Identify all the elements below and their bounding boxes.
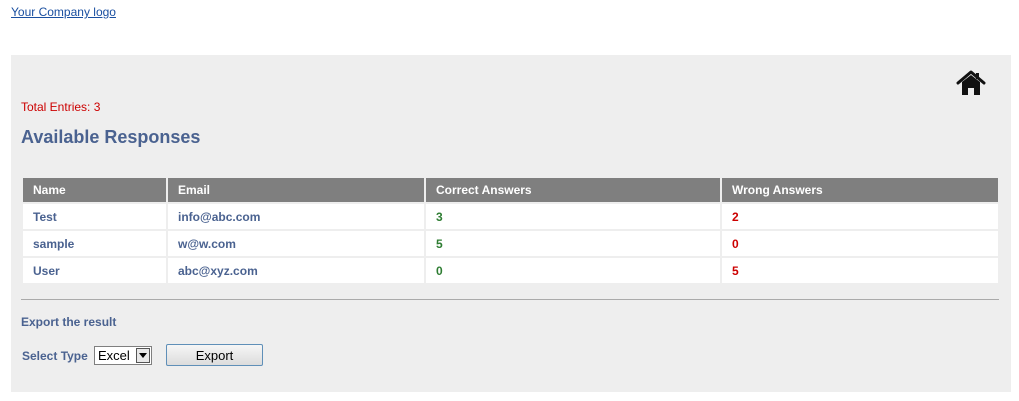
cell-email: info@abc.com [168, 204, 424, 229]
total-entries-text: Total Entries: 3 [21, 100, 101, 114]
cell-correct-answers: 5 [426, 231, 720, 256]
export-section-title: Export the result [21, 315, 117, 329]
cell-name: sample [23, 231, 166, 256]
cell-email: w@w.com [168, 231, 424, 256]
cell-email: abc@xyz.com [168, 258, 424, 283]
table-row: Test info@abc.com 3 2 [23, 204, 998, 229]
cell-correct-answers: 0 [426, 258, 720, 283]
table-row: sample w@w.com 5 0 [23, 231, 998, 256]
cell-correct-answers: 3 [426, 204, 720, 229]
export-type-value: Excel [98, 348, 130, 363]
column-header-name: Name [23, 178, 166, 202]
page-title: Available Responses [21, 127, 201, 147]
column-header-wrong: Wrong Answers [722, 178, 998, 202]
home-icon[interactable] [955, 69, 987, 97]
cell-name: User [23, 258, 166, 283]
responses-panel: Total Entries: 3 Available Responses Nam… [11, 55, 1011, 392]
cell-name: Test [23, 204, 166, 229]
table-row: User abc@xyz.com 0 5 [23, 258, 998, 283]
table-header-row: Name Email Correct Answers Wrong Answers [23, 178, 998, 202]
select-type-label: Select Type [22, 349, 88, 363]
column-header-email: Email [168, 178, 424, 202]
section-divider [21, 299, 999, 300]
triangle-down-icon[interactable] [136, 348, 150, 363]
export-button[interactable]: Export [166, 344, 263, 366]
export-type-select[interactable]: Excel [94, 346, 152, 365]
cell-wrong-answers: 2 [722, 204, 998, 229]
responses-table: Name Email Correct Answers Wrong Answers… [21, 176, 1000, 285]
cell-wrong-answers: 0 [722, 231, 998, 256]
cell-wrong-answers: 5 [722, 258, 998, 283]
column-header-correct: Correct Answers [426, 178, 720, 202]
company-logo-link[interactable]: Your Company logo [11, 5, 116, 19]
